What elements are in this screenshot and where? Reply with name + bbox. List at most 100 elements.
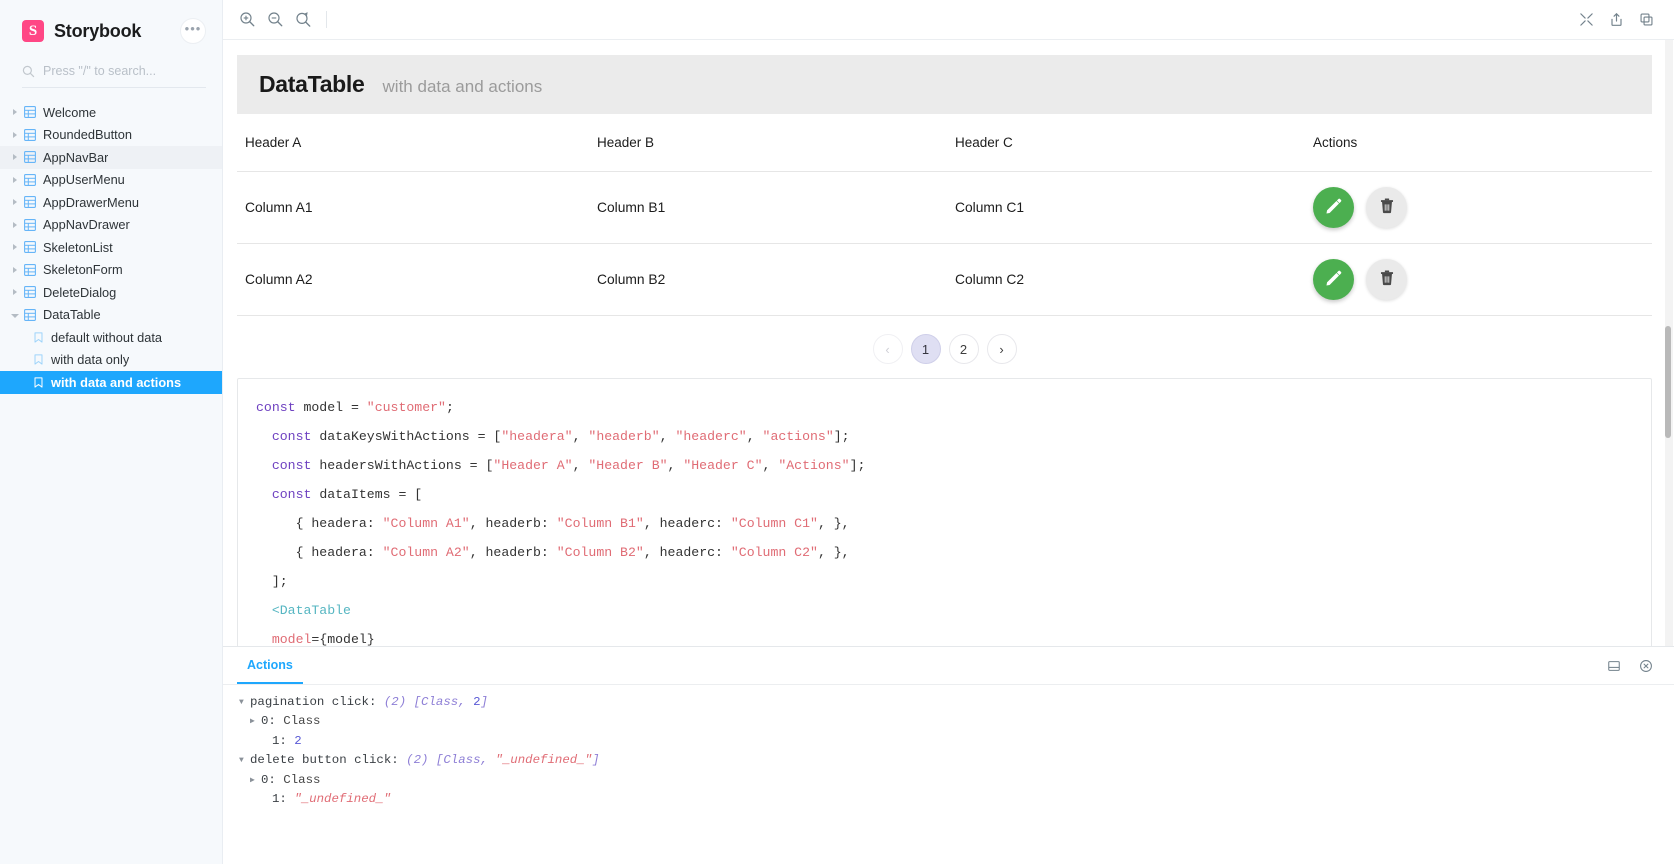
zoom-in-icon[interactable] <box>233 6 261 34</box>
action-log-entry[interactable]: 1: 2 <box>239 732 1674 751</box>
log-key: 0: <box>261 772 276 787</box>
story-tree: Welcome RoundedButton AppNavBar AppUserMenu… <box>0 101 222 394</box>
tree-item-label: Welcome <box>43 104 97 120</box>
component-item-appnavbar[interactable]: AppNavBar <box>0 146 222 169</box>
log-items: Class, <box>443 753 496 768</box>
triangle-down-icon[interactable]: ▼ <box>239 693 250 712</box>
tree-item-label: AppUserMenu <box>43 172 125 188</box>
component-item-deletedialog[interactable]: DeleteDialog <box>0 281 222 304</box>
component-icon <box>22 218 38 231</box>
copy-icon[interactable] <box>1632 6 1660 34</box>
action-log-entry[interactable]: ▼ delete button click: (2) [Class, "_unde… <box>239 751 1674 770</box>
search-input[interactable]: Press "/" to search... <box>22 60 206 88</box>
tree-item-label: AppNavDrawer <box>43 217 130 233</box>
cell-actions <box>1313 171 1652 244</box>
search-placeholder: Press "/" to search... <box>43 64 157 78</box>
chevron-right-icon <box>8 289 22 296</box>
cell-headera: Column A1 <box>237 171 597 244</box>
component-item-skeletonform[interactable]: SkeletonForm <box>0 259 222 282</box>
log-bracket-open: [ <box>435 753 444 768</box>
canvas-scroll-region: DataTable with data and actions Header A… <box>223 40 1666 646</box>
component-icon <box>22 263 38 276</box>
trash-icon <box>1378 197 1396 218</box>
component-icon <box>22 106 38 119</box>
canvas-scrollbar[interactable] <box>1665 40 1673 646</box>
code-line: ]; <box>256 574 288 589</box>
delete-button[interactable] <box>1366 187 1407 228</box>
panel-position-icon[interactable] <box>1600 652 1628 680</box>
story-item-default-without-data[interactable]: default without data <box>0 326 222 349</box>
addon-panel-controls <box>1600 647 1674 684</box>
trash-icon <box>1378 269 1396 290</box>
log-key: delete button click: <box>250 753 399 768</box>
component-item-appdrawermenu[interactable]: AppDrawerMenu <box>0 191 222 214</box>
column-header-b: Header B <box>597 114 955 172</box>
pagination-prev-button[interactable]: ‹ <box>872 334 903 364</box>
addon-panel-tabbar: Actions <box>223 647 1674 685</box>
table-header-row: Header A Header B Header C Actions <box>237 114 1652 172</box>
pagination-page-1[interactable]: 1 <box>910 334 941 364</box>
triangle-right-icon[interactable]: ▶ <box>250 771 261 790</box>
table-row: Column A2 Column B2 Column C2 <box>237 243 1652 316</box>
zoom-reset-icon[interactable] <box>289 6 317 34</box>
tab-actions[interactable]: Actions <box>237 647 303 684</box>
fullscreen-icon[interactable] <box>1572 6 1600 34</box>
story-name: with data and actions <box>382 77 543 96</box>
component-item-appnavdrawer[interactable]: AppNavDrawer <box>0 214 222 237</box>
table-body: Column A1 Column B1 Column C1 Column A2 Colu… <box>237 171 1652 316</box>
component-item-roundedbutton[interactable]: RoundedButton <box>0 124 222 147</box>
code-line: const model = "customer"; <box>256 400 454 415</box>
tree-item-label: AppNavBar <box>43 149 109 165</box>
component-item-appusermenu[interactable]: AppUserMenu <box>0 169 222 192</box>
chevron-right-icon <box>8 221 22 228</box>
code-line: const dataItems = [ <box>271 487 423 502</box>
chevron-right-icon <box>8 109 22 116</box>
tree-item-label: AppDrawerMenu <box>43 194 140 210</box>
sidebar-menu-button[interactable]: ••• <box>180 18 206 44</box>
cell-headerb: Column B2 <box>597 243 955 316</box>
triangle-right-icon[interactable]: ▶ <box>250 712 261 731</box>
log-value: "_undefined_" <box>495 753 593 768</box>
edit-button[interactable] <box>1313 259 1354 300</box>
component-icon <box>22 173 38 186</box>
code-line: model={model} <box>271 632 375 646</box>
chevron-right-icon <box>8 266 22 273</box>
source-code-block: const model = "customer"; const dataKeys… <box>237 378 1652 646</box>
log-key: pagination click: <box>250 695 377 709</box>
story-bookmark-icon <box>30 354 46 365</box>
pagination-page-2[interactable]: 2 <box>948 334 979 364</box>
delete-button[interactable] <box>1366 259 1407 300</box>
code-line: const headersWithActions = ["Header A", … <box>271 458 866 473</box>
component-item-skeletonlist[interactable]: SkeletonList <box>0 236 222 259</box>
close-panel-icon[interactable] <box>1632 652 1660 680</box>
action-log-entry[interactable]: ▶ 0: Class <box>239 712 1674 731</box>
cell-actions <box>1313 243 1652 316</box>
action-log-entry[interactable]: ▼ pagination click: (2) [Class, 2] <box>239 693 1674 712</box>
tree-item-label: SkeletonList <box>43 239 113 255</box>
story-item-with-data-and-actions[interactable]: with data and actions <box>0 371 222 394</box>
toolbar-divider <box>326 11 327 28</box>
canvas-scrollbar-thumb[interactable] <box>1665 326 1671 438</box>
triangle-down-icon[interactable]: ▼ <box>239 751 250 770</box>
component-item-welcome[interactable]: Welcome <box>0 101 222 124</box>
component-item-datatable[interactable]: DataTable <box>0 304 222 327</box>
code-line: const dataKeysWithActions = ["headera", … <box>271 429 850 444</box>
action-log-entry[interactable]: ▶ 0: Class <box>239 771 1674 790</box>
action-log-entry[interactable]: 1: "_undefined_" <box>239 790 1674 809</box>
pagination-next-button[interactable]: › <box>986 334 1017 364</box>
share-icon[interactable] <box>1602 6 1630 34</box>
log-bracket-open: [ <box>413 695 422 709</box>
edit-button[interactable] <box>1313 187 1354 228</box>
log-value: 2 <box>286 733 302 748</box>
tree-item-label: with data and actions <box>51 374 182 390</box>
log-key: 1: <box>272 792 287 807</box>
story-item-with-data-only[interactable]: with data only <box>0 349 222 372</box>
tree-item-label: DeleteDialog <box>43 284 117 300</box>
log-bracket-close: ] <box>592 753 600 768</box>
table-head: Header A Header B Header C Actions <box>237 114 1652 172</box>
sidebar: S Storybook ••• Press "/" to search... W… <box>0 0 223 864</box>
zoom-out-icon[interactable] <box>261 6 289 34</box>
actions-log: ▼ pagination click: (2) [Class, 2] ▶ 0: Cla… <box>223 685 1674 864</box>
cell-headerb: Column B1 <box>597 171 955 244</box>
app-title: Storybook <box>54 20 142 41</box>
